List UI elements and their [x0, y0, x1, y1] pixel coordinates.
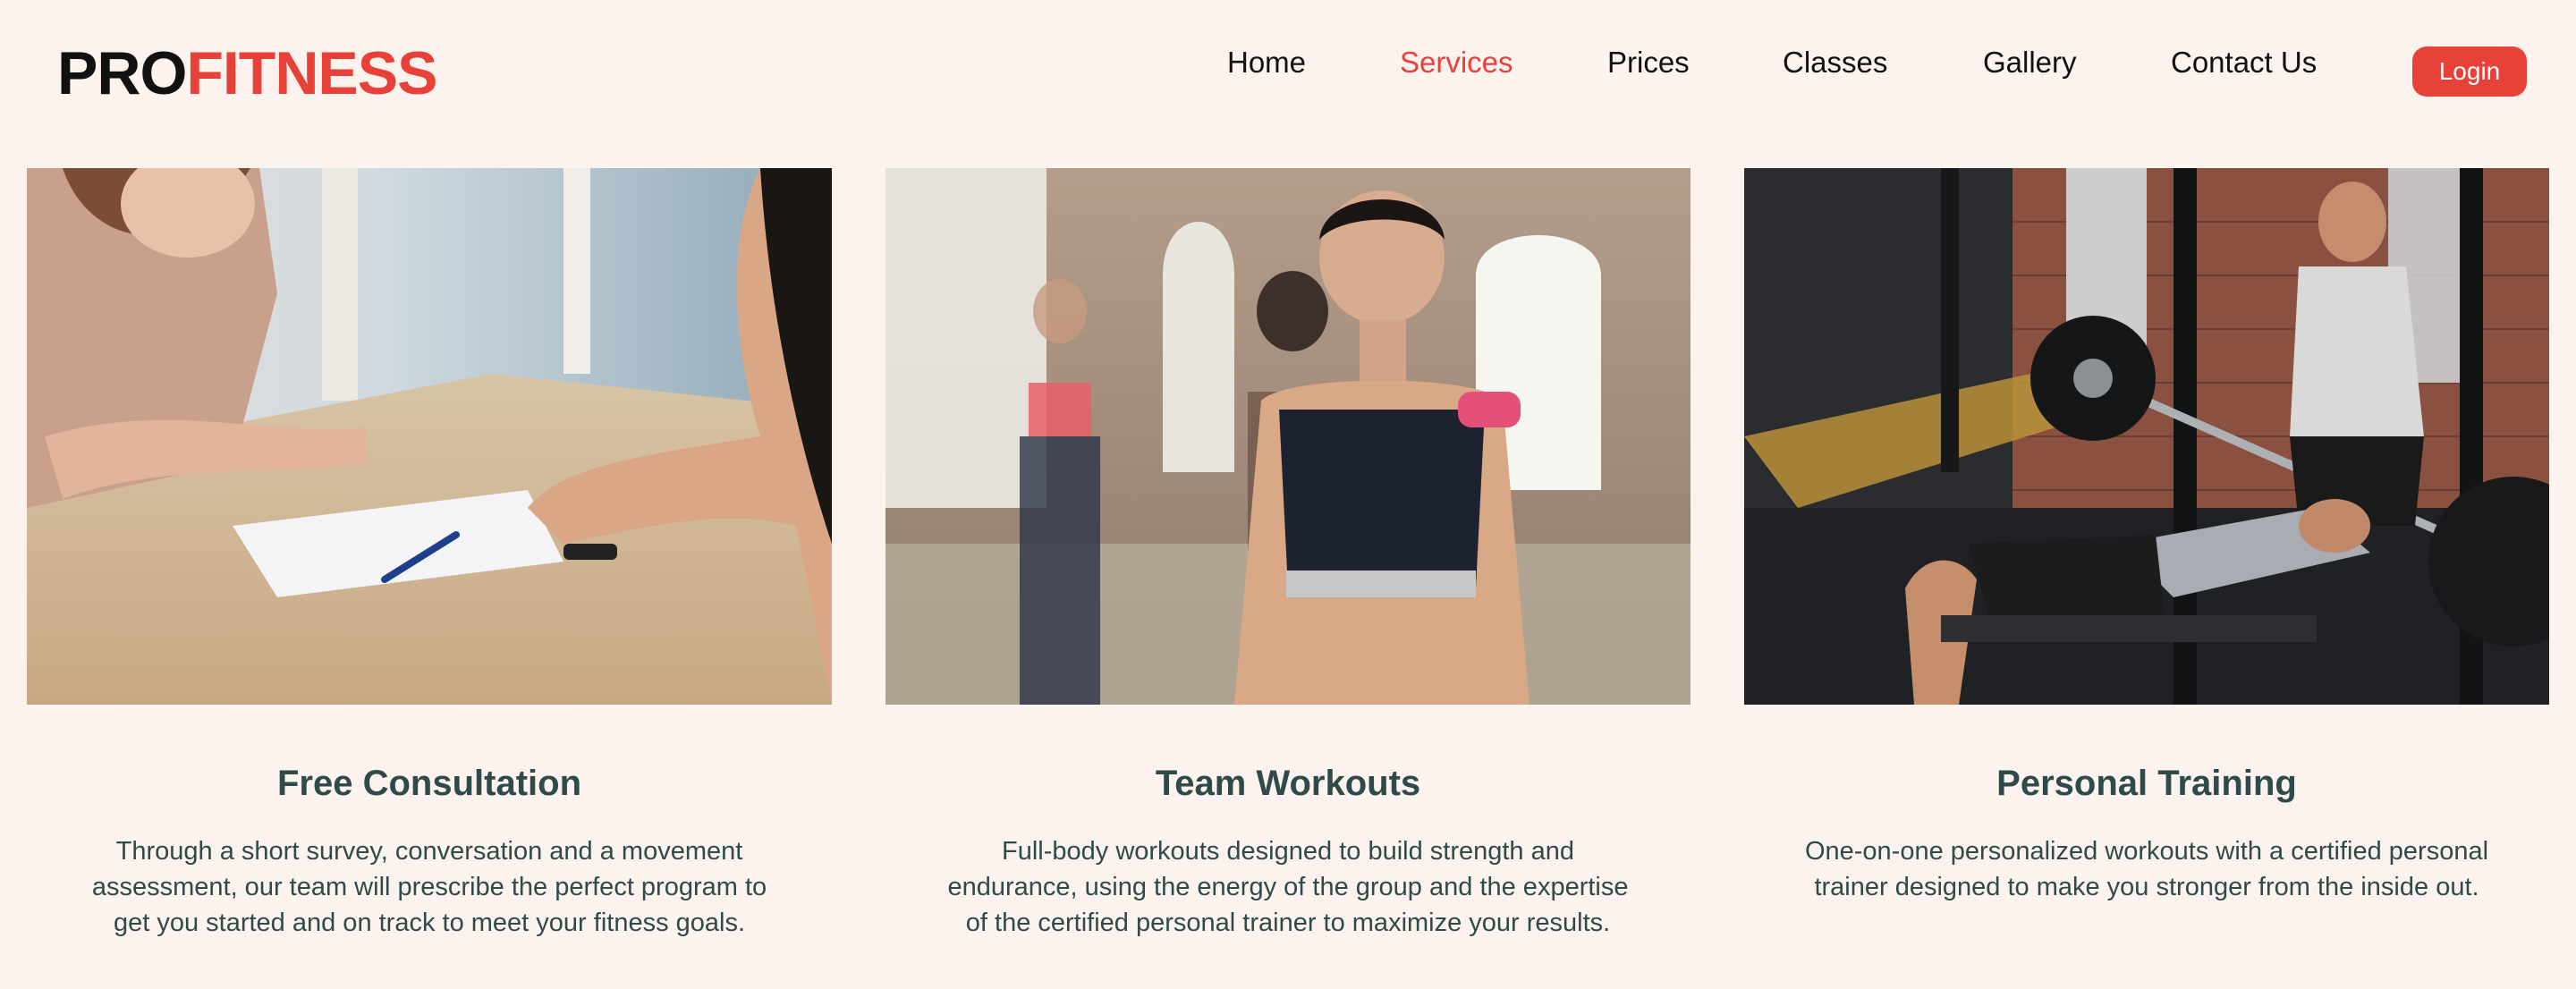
nav-item-contact-us[interactable]: Contact Us [2171, 41, 2317, 84]
logo-part-pro: PRO [57, 39, 187, 107]
service-card-personal-training: Personal Training One-on-one personalize… [1744, 168, 2549, 901]
consultation-photo [27, 168, 832, 705]
login-button[interactable]: Login [2412, 46, 2527, 97]
service-card-team-workouts: Team Workouts Full-body workouts designe… [886, 168, 1690, 937]
nav-item-services[interactable]: Services [1400, 41, 1513, 84]
service-title: Team Workouts [1155, 764, 1421, 803]
personal-training-photo [1744, 168, 2549, 705]
nav-item-gallery[interactable]: Gallery [1983, 41, 2077, 84]
service-title: Personal Training [1996, 764, 2297, 803]
service-description: One-on-one personalized workouts with a … [1804, 837, 2489, 901]
service-description: Full-body workouts designed to build str… [947, 837, 1629, 937]
team-workouts-photo [886, 168, 1690, 705]
nav-item-home[interactable]: Home [1227, 41, 1306, 84]
site-logo[interactable]: PROFITNESS [57, 39, 438, 107]
logo-part-fitness: FITNESS [186, 39, 437, 107]
service-card-consultation: Free Consultation Through a short survey… [27, 168, 832, 937]
nav-item-classes[interactable]: Classes [1783, 41, 1887, 84]
site-header: PROFITNESS Home Services Prices Classes … [0, 0, 2576, 143]
service-description: Through a short survey, conversation and… [91, 837, 767, 937]
nav-item-prices[interactable]: Prices [1607, 41, 1690, 84]
service-title: Free Consultation [276, 764, 582, 803]
